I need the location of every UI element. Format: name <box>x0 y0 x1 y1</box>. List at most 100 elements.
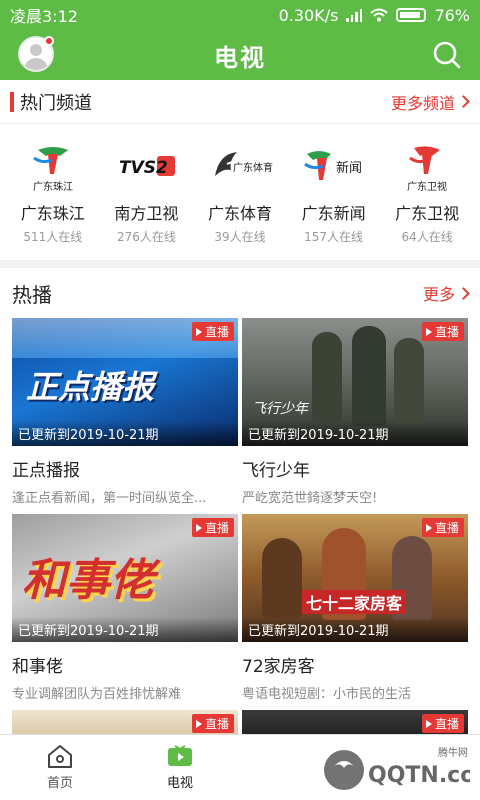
updated-text: 已更新到2019-10-21期 <box>242 617 468 642</box>
live-label: 直播 <box>434 717 459 731</box>
channel-online-count: 276人在线 <box>116 230 176 244</box>
hot-play-section: 热播 更多 正点播报 直播 已更新到2019-10-21期 正点播报 逢正点看新… <box>0 268 480 740</box>
notification-dot <box>44 36 54 46</box>
program-title: 飞行少年 <box>242 461 310 481</box>
tab-home-label: 首页 <box>46 776 73 791</box>
xinwen-logo-icon: 新闻 <box>299 140 369 196</box>
hot-channels-label: 热门频道 <box>20 92 92 114</box>
updated-text: 已更新到2019-10-21期 <box>12 617 238 642</box>
more-channels-link[interactable]: 更多频道 <box>390 90 470 114</box>
thumb-title-art: 和事佬 <box>22 555 154 606</box>
status-bar: 凌晨3:12 0.30K/s 76% <box>0 0 480 30</box>
live-badge: 直播 <box>191 518 234 537</box>
tv-icon <box>168 745 192 766</box>
more-hot-link[interactable]: 更多 <box>422 281 470 305</box>
channel-online-count: 511人在线 <box>23 230 83 244</box>
channel-item-zhujiang[interactable]: 广东珠江 广东珠江 511人在线 <box>7 134 99 245</box>
weishi-logo-text: 广东卫视 <box>407 180 447 193</box>
play-icon <box>195 719 202 728</box>
tiyu-logo-text: 广东体育 <box>233 161 273 174</box>
live-badge: 直播 <box>191 714 234 733</box>
tab-tv[interactable]: 电视 <box>120 735 240 800</box>
updated-text: 已更新到2019-10-21期 <box>242 421 468 446</box>
hot-channels-section: 热门频道 更多频道 广东珠江 广东珠江 511人在线 TVS2 南方卫视 276… <box>0 80 480 260</box>
updated-text: 已更新到2019-10-21期 <box>12 421 238 446</box>
chevron-right-icon <box>457 286 470 300</box>
battery-icon <box>396 8 427 22</box>
hot-play-header: 热播 更多 <box>0 268 480 318</box>
channel-online-count: 64人在线 <box>401 230 453 244</box>
live-badge: 直播 <box>191 322 234 341</box>
tab-home[interactable]: 首页 <box>0 735 120 800</box>
channel-online-count: 39人在线 <box>214 230 266 244</box>
tvs2-logo-icon: TVS2 <box>111 140 181 196</box>
thumb-title-art: 七十二家房客 <box>302 590 407 614</box>
channel-name: 广东卫视 <box>395 204 460 223</box>
zhujiang-logo-text: 广东珠江 <box>33 180 73 193</box>
program-card-heshilao[interactable]: 和事佬 直播 已更新到2019-10-21期 和事佬 专业调解团队为百姓排忧解难 <box>12 514 238 702</box>
channel-list: 广东珠江 广东珠江 511人在线 TVS2 南方卫视 276人在线 广东体育 广… <box>0 124 480 245</box>
channel-item-tiyu[interactable]: 广东体育 广东体育 39人在线 <box>194 134 286 245</box>
status-right: 0.30K/s 76% <box>279 6 470 25</box>
weishi-logo-icon: 广东卫视 <box>392 140 462 196</box>
channel-item-xinwen[interactable]: 新闻 广东新闻 157人在线 <box>288 134 380 245</box>
network-speed: 0.30K/s <box>278 5 339 25</box>
wifi-icon <box>370 8 389 22</box>
program-desc: 逢正点看新闻，第一时间纵览全... <box>12 491 207 506</box>
hot-play-title: 热播 <box>12 282 52 307</box>
thumb-figure-shape <box>312 332 342 422</box>
channel-item-nanfang[interactable]: TVS2 南方卫视 276人在线 <box>100 134 192 245</box>
play-icon <box>425 523 432 532</box>
more-channels-label: 更多频道 <box>390 93 455 113</box>
live-label: 直播 <box>204 325 229 339</box>
play-icon <box>195 523 202 532</box>
live-badge: 直播 <box>421 322 464 341</box>
live-badge: 直播 <box>421 518 464 537</box>
channel-online-count: 157人在线 <box>304 230 364 244</box>
title-accent-bar <box>10 91 14 112</box>
chevron-right-icon <box>457 95 470 108</box>
watermark-sub: 腾牛网 <box>438 746 468 759</box>
channel-name: 广东体育 <box>207 204 272 223</box>
battery-level: 76% <box>434 5 470 25</box>
channel-name: 广东珠江 <box>20 204 85 223</box>
channel-name: 南方卫视 <box>114 204 179 223</box>
signal-icon <box>346 8 363 22</box>
live-label: 直播 <box>434 325 459 339</box>
program-card-zhengdian[interactable]: 正点播报 直播 已更新到2019-10-21期 正点播报 逢正点看新闻，第一时间… <box>12 318 238 506</box>
channel-name: 广东新闻 <box>301 204 366 223</box>
program-title: 72家房客 <box>242 657 315 677</box>
thumb-title-art: 正点播报 <box>26 368 155 406</box>
more-hot-label: 更多 <box>422 285 455 304</box>
live-label: 直播 <box>434 521 459 535</box>
live-badge: 直播 <box>421 714 464 733</box>
program-desc: 严屹宽范世錡逐梦天空! <box>242 491 378 506</box>
app-bar: 电视 <box>0 30 480 80</box>
hot-channels-title: 热门频道 <box>10 89 92 115</box>
program-desc: 粤语电视短剧：小市民的生活 <box>242 687 412 702</box>
play-icon <box>425 719 432 728</box>
watermark-logo-icon: QQTN.com 腾牛网 <box>324 746 470 790</box>
channel-item-weishi[interactable]: 广东卫视 广东卫视 64人在线 <box>381 134 473 245</box>
watermark-text: QQTN.com <box>368 763 470 788</box>
zhujiang-logo-icon: 广东珠江 <box>18 140 88 196</box>
status-time: 凌晨3:12 <box>10 7 78 26</box>
thumb-figure-shape <box>352 326 386 426</box>
thumb-title-art: 飞行少年 <box>252 401 308 417</box>
program-card-72jiafangke[interactable]: 七十二家房客 直播 已更新到2019-10-21期 72家房客 粤语电视短剧：小… <box>242 514 468 702</box>
thumb-figure-shape <box>394 338 424 426</box>
tab-tv-label: 电视 <box>166 776 193 791</box>
tvs2-logo-text: TVS2 <box>119 158 168 178</box>
program-thumbnail: 和事佬 直播 已更新到2019-10-21期 <box>12 514 238 642</box>
program-desc: 专业调解团队为百姓排忧解难 <box>12 687 182 702</box>
program-card-feixing[interactable]: 飞行少年 直播 已更新到2019-10-21期 飞行少年 严屹宽范世錡逐梦天空! <box>242 318 468 506</box>
program-thumbnail: 飞行少年 直播 已更新到2019-10-21期 <box>242 318 468 446</box>
tiyu-logo-icon: 广东体育 <box>205 140 275 196</box>
search-icon[interactable] <box>432 40 462 70</box>
avatar-body-shape <box>24 58 48 70</box>
page-title: 电视 <box>214 43 266 72</box>
play-icon <box>195 327 202 336</box>
program-title: 正点播报 <box>12 461 80 481</box>
hot-channels-header: 热门频道 更多频道 <box>0 80 480 124</box>
xinwen-logo-text: 新闻 <box>336 160 362 176</box>
